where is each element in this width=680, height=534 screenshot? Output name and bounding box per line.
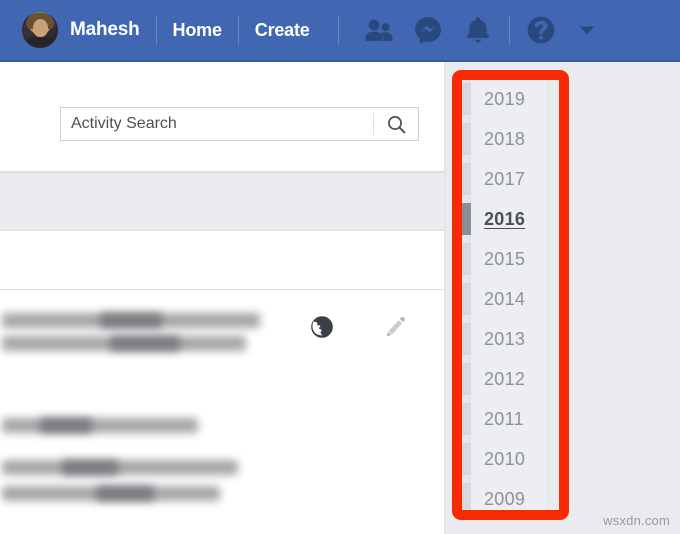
year-rail-tick xyxy=(462,123,471,155)
year-rail-tick xyxy=(462,163,471,195)
year-rail-tick xyxy=(462,443,471,475)
avatar[interactable] xyxy=(22,12,58,48)
friend-requests-icon[interactable] xyxy=(361,18,395,42)
year-label: 2010 xyxy=(484,448,526,469)
profile-name-link[interactable]: Mahesh xyxy=(70,19,140,41)
year-filter-panel: 2019 2018 2017 2016 2015 2014 2013 2012 … xyxy=(461,79,548,517)
year-item-2018[interactable]: 2018 xyxy=(471,119,549,159)
year-label: 2011 xyxy=(484,408,524,429)
year-label: 2014 xyxy=(484,288,526,309)
year-label: 2018 xyxy=(484,128,526,149)
search-icon[interactable] xyxy=(374,108,418,140)
year-item-2017[interactable]: 2017 xyxy=(471,159,549,199)
year-label: 2019 xyxy=(484,88,526,109)
redacted-text-line xyxy=(2,418,198,433)
year-rail-tick xyxy=(462,403,471,435)
activity-subheader-band xyxy=(0,231,445,290)
year-item-2010[interactable]: 2010 xyxy=(471,439,549,479)
year-item-2013[interactable]: 2013 xyxy=(471,319,549,359)
screenshot-root: Mahesh Home Create Activity Search 2019 … xyxy=(0,0,680,534)
year-item-2019[interactable]: 2019 xyxy=(471,79,549,119)
activity-search-section: Activity Search xyxy=(0,62,445,172)
nav-link-create[interactable]: Create xyxy=(255,20,310,41)
redacted-text-line xyxy=(2,460,238,475)
nav-divider-4 xyxy=(508,15,510,45)
facebook-top-navigation-bar: Mahesh Home Create xyxy=(0,0,680,62)
redacted-text-line xyxy=(110,336,180,351)
year-item-2015[interactable]: 2015 xyxy=(471,239,549,279)
avatar-face xyxy=(33,19,48,37)
account-dropdown-caret-icon[interactable] xyxy=(570,24,604,36)
year-label: 2012 xyxy=(484,368,526,389)
search-input-container[interactable]: Activity Search xyxy=(60,107,419,141)
search-input[interactable]: Activity Search xyxy=(61,115,373,133)
year-rail-tick xyxy=(462,83,471,115)
year-rail-tick-active xyxy=(462,203,471,235)
activity-section-header-band xyxy=(0,172,445,231)
year-item-2012[interactable]: 2012 xyxy=(471,359,549,399)
redacted-text-line xyxy=(40,418,92,433)
year-item-2016-selected[interactable]: 2016 xyxy=(471,199,549,239)
year-item-2014[interactable]: 2014 xyxy=(471,279,549,319)
help-icon[interactable] xyxy=(524,15,558,45)
nav-divider-3 xyxy=(337,15,339,45)
watermark: wsxdn.com xyxy=(603,513,670,528)
year-rail-tick xyxy=(462,363,471,395)
nav-divider-2 xyxy=(237,15,239,45)
pencil-edit-icon[interactable] xyxy=(384,315,408,344)
year-label: 2013 xyxy=(484,328,526,349)
redacted-text-line xyxy=(96,486,154,501)
messenger-icon[interactable] xyxy=(411,16,445,44)
year-label: 2015 xyxy=(484,248,526,269)
year-item-2009[interactable]: 2009 xyxy=(471,479,549,519)
year-label: 2017 xyxy=(484,168,526,189)
year-rail-tick xyxy=(462,483,471,515)
redacted-text-line xyxy=(100,313,162,328)
year-rail-tick xyxy=(462,243,471,275)
redacted-text-line xyxy=(62,460,118,475)
year-item-2011[interactable]: 2011 xyxy=(471,399,549,439)
nav-link-home[interactable]: Home xyxy=(173,20,222,41)
avatar-body xyxy=(24,37,56,48)
nav-divider-1 xyxy=(155,15,157,45)
globe-public-icon[interactable] xyxy=(309,314,335,345)
year-rail-tick xyxy=(462,323,471,355)
notifications-bell-icon[interactable] xyxy=(461,16,495,44)
year-label: 2009 xyxy=(484,488,526,509)
year-label: 2016 xyxy=(484,208,526,229)
year-rail-tick xyxy=(462,283,471,315)
year-timeline-rail xyxy=(462,79,471,517)
